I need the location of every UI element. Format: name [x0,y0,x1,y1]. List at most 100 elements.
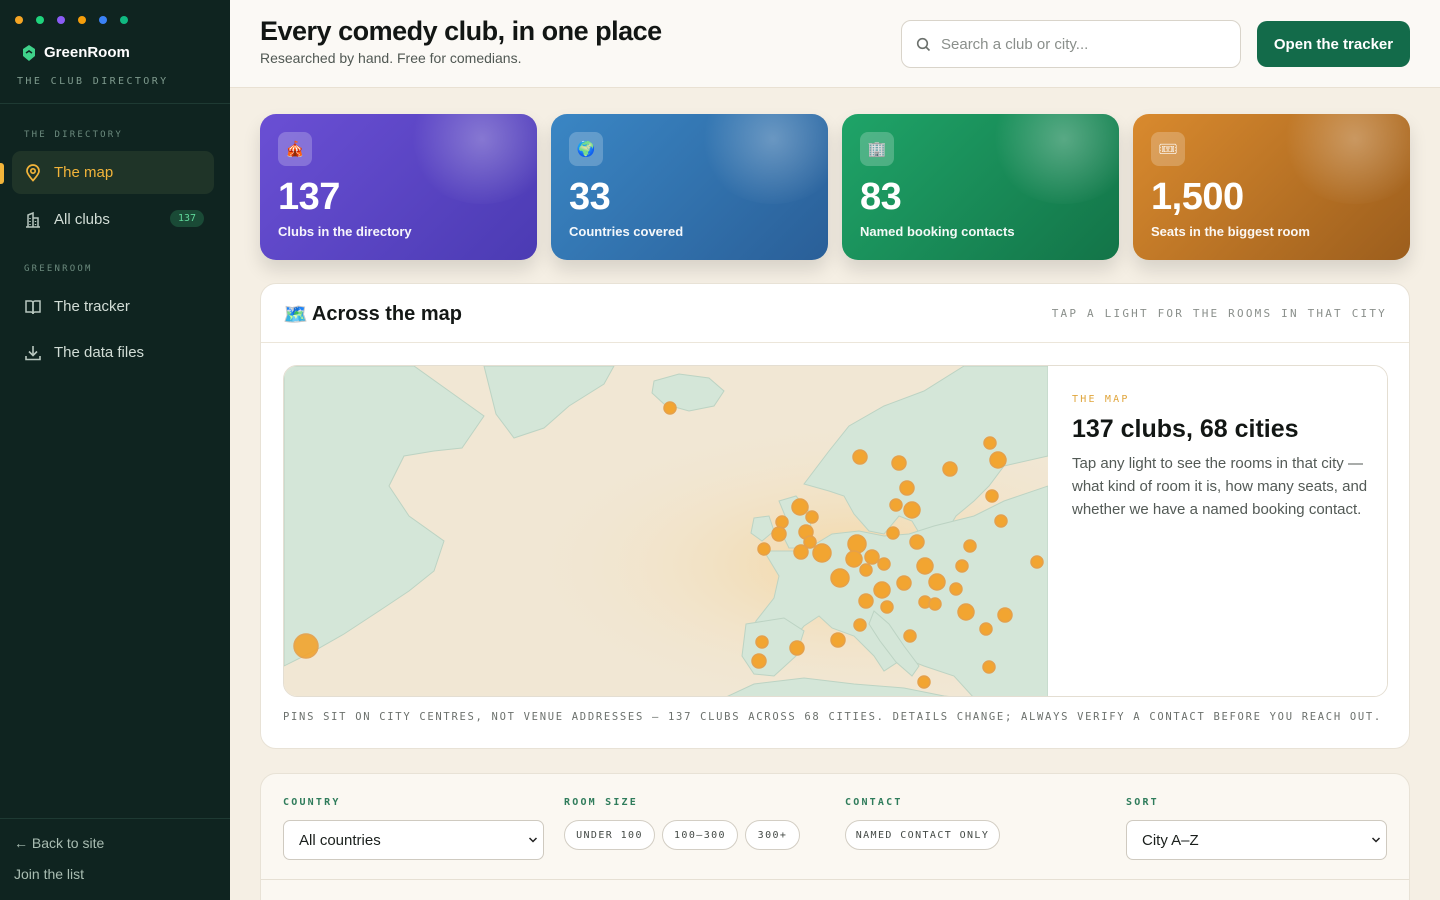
sort-select-value: City A–Z [1142,831,1199,849]
contact-label: CONTACT [845,797,903,808]
chevron-down-icon [528,837,538,843]
map-pin [909,534,925,550]
sort-label: SORT [1126,797,1159,808]
page-subtitle: Researched by hand. Free for comedians. [260,50,522,66]
office-building-icon: 🏢 [860,132,894,166]
map-pin [955,559,969,573]
leaf-icon [23,44,35,61]
map-pin [1030,555,1044,569]
map-pin [896,575,912,591]
map-pin [864,549,880,565]
map-pin [873,581,891,599]
map-pin [903,629,917,643]
europe-map[interactable] [284,366,1048,697]
map-pin [928,597,942,611]
map-pin [771,526,787,542]
map-pin [963,539,977,553]
join-list-link[interactable]: Join the list [14,866,84,882]
map-pin [899,480,915,496]
divider [261,879,1409,880]
info-eyebrow: THE MAP [1072,394,1130,405]
count-badge: 137 [169,210,204,227]
panel-title: 🗺️ Across the map [283,302,462,327]
brand-logo[interactable]: GreenRoom [22,44,130,61]
search-icon [916,37,931,51]
map-pin [886,526,900,540]
map-pin [852,449,868,465]
ticket-icon: 🎟 [1151,132,1185,166]
map-pin [994,514,1008,528]
active-indicator [0,163,4,184]
map-pin [891,455,907,471]
map-pin [755,635,769,649]
sidebar: GreenRoom THE CLUB DIRECTORY THE DIRECTO… [0,0,230,900]
info-title: 137 clubs, 68 cities [1072,415,1299,443]
status-dot [120,16,128,24]
stat-label: Named booking contacts [860,224,1015,239]
map-pin [293,633,319,659]
map-pin [845,550,863,568]
book-icon [25,299,41,314]
panel-hint: TAP A LIGHT FOR THE ROOMS IN THAT CITY [1051,307,1387,320]
divider [261,342,1409,343]
stat-label: Countries covered [569,224,684,239]
circus-tent-icon: 🎪 [278,132,312,166]
stat-label: Clubs in the directory [278,224,412,239]
map-pin [889,498,903,512]
stat-card-countries: 🌍 33 Countries covered [551,114,828,260]
map-pin [982,660,996,674]
status-dots [15,16,128,24]
download-icon [25,345,41,360]
map-pin [989,451,1007,469]
map-pin [830,568,850,588]
filter-bar: COUNTRY All countries ROOM SIZE UNDER 10… [260,773,1410,900]
building-icon [26,211,40,228]
map-pin [858,593,874,609]
map-pin [880,600,894,614]
room-size-chip-300-plus[interactable]: 300+ [745,820,800,850]
map-pin [789,640,805,656]
map-pin [983,436,997,450]
sidebar-item-all-clubs[interactable]: All clubs 137 [12,198,214,241]
stat-value: 83 [860,176,902,218]
map-panel: 🗺️ Across the map TAP A LIGHT FOR THE RO… [260,283,1410,749]
sidebar-item-map[interactable]: The map [12,151,214,194]
divider [0,103,230,104]
map-pin [903,501,921,519]
country-select-value: All countries [299,831,381,849]
map-pin [917,675,931,689]
country-label: COUNTRY [283,797,341,808]
map-pin [949,582,963,596]
sort-select[interactable]: City A–Z [1126,820,1387,860]
map-pin [859,563,873,577]
sidebar-item-tracker[interactable]: The tracker [12,285,214,328]
map-pin [751,653,767,669]
sidebar-item-data-files[interactable]: The data files [12,331,214,374]
map-pin [812,543,832,563]
globe-icon: 🌍 [569,132,603,166]
stat-card-clubs: 🎪 137 Clubs in the directory [260,114,537,260]
open-tracker-button[interactable]: Open the tracker [1257,21,1410,67]
search-input[interactable] [941,35,1201,53]
map-footnote: PINS SIT ON CITY CENTRES, NOT VENUE ADDR… [283,711,1382,723]
map-pin [916,557,934,575]
room-size-chip-under-100[interactable]: UNDER 100 [564,820,655,850]
back-to-site-link[interactable]: ← Back to site [14,835,104,851]
map-pin [979,622,993,636]
room-size-chip-100-300[interactable]: 100–300 [662,820,738,850]
stat-card-seats: 🎟 1,500 Seats in the biggest room [1133,114,1410,260]
map-svg[interactable] [284,366,1048,697]
named-contact-chip[interactable]: NAMED CONTACT ONLY [845,820,1000,850]
stat-card-contacts: 🏢 83 Named booking contacts [842,114,1119,260]
map-pin [877,557,891,571]
map-pin [793,544,809,560]
sidebar-item-label: All clubs [54,211,110,228]
country-select[interactable]: All countries [283,820,544,860]
sidebar-item-label: The tracker [54,298,130,315]
room-size-label: ROOM SIZE [564,797,638,808]
search-box[interactable] [901,20,1241,68]
map-pin [997,607,1013,623]
map-pin [847,534,867,554]
map-pin [942,461,958,477]
map-emoji-icon: 🗺️ [283,304,308,326]
